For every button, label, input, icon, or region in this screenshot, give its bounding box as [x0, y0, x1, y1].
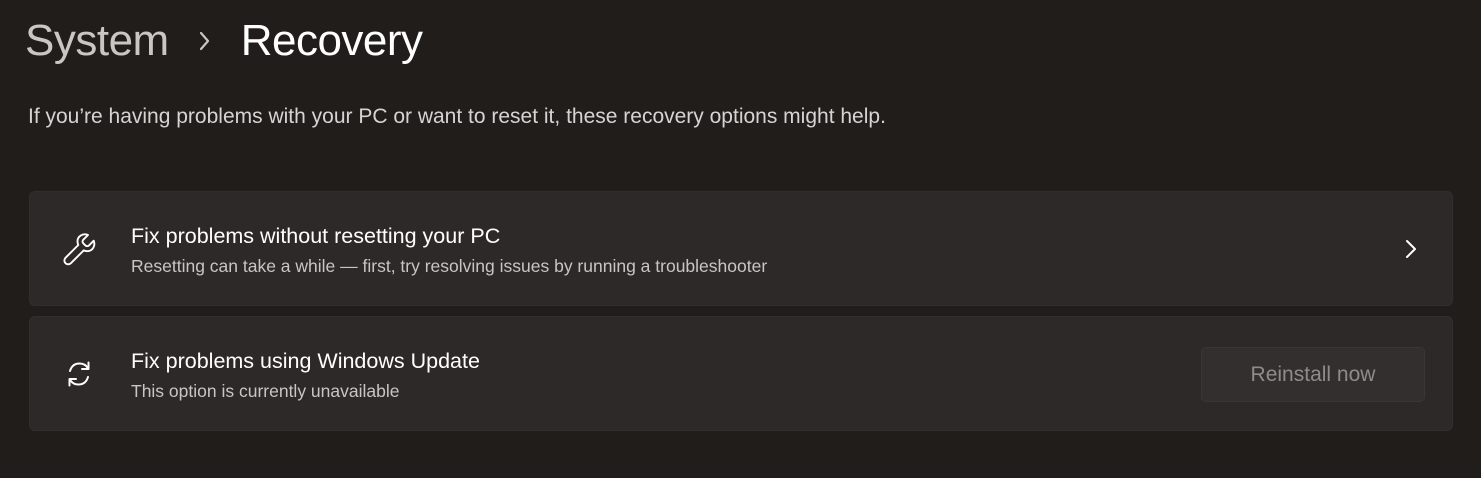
fix-without-reset-card[interactable]: Fix problems without resetting your PC R… — [29, 191, 1453, 306]
breadcrumb: System Recovery — [25, 12, 423, 70]
breadcrumb-system-link[interactable]: System — [25, 16, 169, 66]
chevron-right-icon — [169, 12, 241, 70]
card-title: Fix problems using Windows Update — [131, 349, 480, 373]
chevron-right-icon[interactable] — [1400, 237, 1422, 261]
refresh-icon — [60, 355, 98, 393]
page-title: Recovery — [240, 16, 423, 65]
page-description: If you’re having problems with your PC o… — [28, 105, 886, 128]
card-title: Fix problems without resetting your PC — [131, 224, 501, 248]
reinstall-now-button[interactable]: Reinstall now — [1201, 347, 1425, 402]
wrench-icon — [60, 230, 98, 268]
card-subtitle: Resetting can take a while — first, try … — [131, 256, 768, 276]
windows-update-fix-card: Fix problems using Windows Update This o… — [29, 316, 1453, 431]
card-subtitle: This option is currently unavailable — [131, 381, 400, 401]
